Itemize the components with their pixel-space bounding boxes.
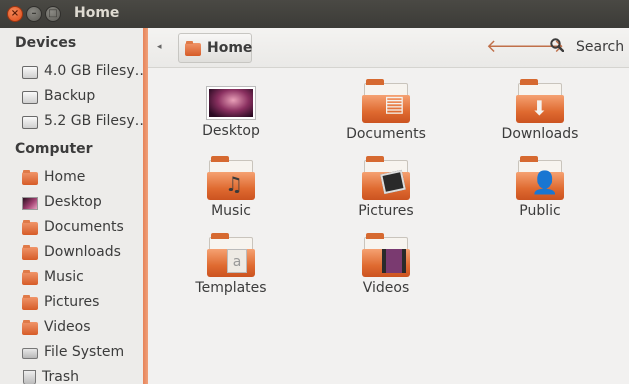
sidebar-section-devices: Devices (15, 35, 77, 51)
trash-icon (23, 369, 36, 384)
sidebar-item-label: Pictures (44, 294, 100, 310)
folder-label: Public (519, 203, 561, 219)
sidebar-item-label: Music (44, 269, 84, 285)
sidebar-item-videos[interactable]: Videos (22, 316, 143, 338)
folder-label: Templates (195, 280, 267, 296)
sidebar-item-5gb-filesystem[interactable]: 5.2 GB Filesy… (22, 110, 149, 132)
templates-folder-icon: a (207, 233, 255, 277)
folder-pictures[interactable]: Pictures (316, 156, 456, 219)
search-button-label[interactable]: Search (576, 39, 624, 55)
sidebar-item-home[interactable]: Home (22, 166, 143, 188)
sidebar-item-label: Trash (42, 369, 79, 384)
sidebar-item-file-system[interactable]: File System (22, 341, 143, 363)
folder-templates[interactable]: a Templates (161, 233, 301, 296)
sidebar-item-label: 5.2 GB Filesy… (44, 113, 149, 129)
folder-label: Downloads (501, 126, 579, 142)
sidebar-item-trash[interactable]: Trash (22, 366, 143, 384)
sidebar-item-label: File System (44, 344, 125, 360)
sidebar-item-desktop[interactable]: Desktop (22, 191, 143, 213)
toolbar: ◂ Home 🡐 🡒 Search (148, 28, 629, 68)
music-folder-icon: ♫ (207, 156, 255, 200)
sidebar-item-label: Videos (44, 319, 91, 335)
maximize-window-button[interactable]: □ (45, 6, 61, 22)
folder-label: Pictures (358, 203, 414, 219)
drive-icon (22, 115, 38, 129)
downloads-folder-icon: ⬇ (516, 79, 564, 123)
sidebar-item-label: Downloads (44, 244, 121, 260)
close-window-button[interactable]: × (7, 6, 23, 22)
sidebar-item-label: Documents (44, 219, 124, 235)
folder-label: Videos (362, 280, 410, 296)
maximize-icon: □ (48, 8, 58, 19)
public-folder-icon: 👤 (516, 156, 564, 200)
sidebar-item-label: Desktop (44, 194, 102, 210)
filesystem-icon (22, 348, 38, 359)
sidebar-item-pictures[interactable]: Pictures (22, 291, 143, 313)
sidebar-item-music[interactable]: Music (22, 266, 143, 288)
drive-icon (22, 90, 38, 104)
sidebar-section-computer: Computer (15, 141, 93, 157)
window-title: Home (74, 5, 120, 21)
folder-documents[interactable]: ▤ Documents (316, 79, 456, 142)
minimize-icon: – (31, 8, 37, 19)
home-folder-icon (185, 40, 201, 56)
desktop-thumbnail-icon (207, 87, 255, 119)
minimize-window-button[interactable]: – (26, 6, 42, 22)
sidebar-item-label: 4.0 GB Filesy… (44, 63, 149, 79)
close-icon: × (10, 8, 20, 19)
folder-public[interactable]: 👤 Public (470, 156, 610, 219)
drive-icon (22, 65, 38, 79)
pictures-folder-icon (362, 156, 410, 200)
breadcrumb-scroll-left-icon[interactable]: ◂ (157, 42, 162, 52)
sidebar-item-downloads[interactable]: Downloads (22, 241, 143, 263)
music-folder-icon (22, 269, 38, 285)
sidebar-item-label: Home (44, 169, 86, 185)
search-icon[interactable] (550, 38, 564, 52)
breadcrumb-label: Home (207, 40, 253, 56)
sidebar-item-documents[interactable]: Documents (22, 216, 143, 238)
folder-desktop[interactable]: Desktop (161, 83, 301, 139)
breadcrumb-home-button[interactable]: Home (178, 33, 252, 63)
desktop-icon (22, 196, 38, 210)
places-sidebar: Devices 4.0 GB Filesy… Backup 5.2 GB Fil… (0, 28, 149, 384)
folder-label: Desktop (202, 123, 260, 139)
folder-videos[interactable]: Videos (316, 233, 456, 296)
file-view: Desktop ▤ Documents ⬇ Downloads ♫ Music … (148, 68, 629, 384)
folder-label: Music (211, 203, 251, 219)
downloads-folder-icon (22, 244, 38, 260)
title-bar: × – □ Home (0, 0, 629, 28)
sidebar-item-4gb-filesystem[interactable]: 4.0 GB Filesy… (22, 60, 149, 82)
home-folder-icon (22, 169, 38, 185)
pictures-folder-icon (22, 294, 38, 310)
sidebar-item-label: Backup (44, 88, 96, 104)
videos-folder-icon (362, 233, 410, 277)
folder-downloads[interactable]: ⬇ Downloads (470, 79, 610, 142)
documents-folder-icon (22, 219, 38, 235)
sidebar-item-backup[interactable]: Backup (22, 85, 143, 107)
folder-label: Documents (346, 126, 426, 142)
documents-folder-icon: ▤ (362, 79, 410, 123)
videos-folder-icon (22, 319, 38, 335)
folder-music[interactable]: ♫ Music (161, 156, 301, 219)
